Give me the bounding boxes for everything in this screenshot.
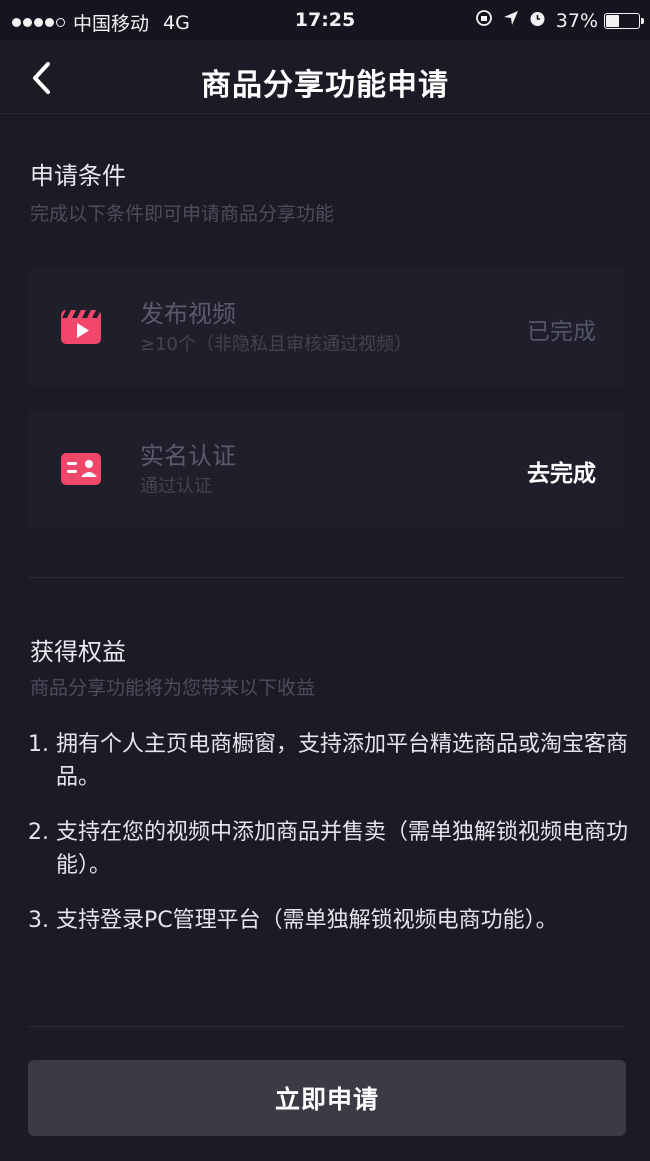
- nav-bar: 商品分享功能申请: [0, 40, 650, 114]
- page-title: 商品分享功能申请: [201, 68, 449, 103]
- benefit-text: 支持登录PC管理平台（需单独解锁视频电商功能）。: [56, 908, 558, 933]
- requirement-title: 实名认证: [140, 442, 236, 470]
- video-clapper-icon: [60, 306, 102, 348]
- requirement-card-video: 发布视频 ≥10个（非隐私且审核通过视频） 已完成: [28, 268, 624, 386]
- go-complete-button[interactable]: 去完成: [527, 454, 596, 488]
- status-bar-right: 37%: [475, 9, 644, 32]
- requirement-title: 发布视频: [140, 300, 236, 328]
- benefit-item: 1. 拥有个人主页电商橱窗，支持添加平台精选商品或淘宝客商品。: [28, 728, 628, 794]
- battery-level: [606, 14, 619, 27]
- benefit-number: 3.: [28, 908, 49, 933]
- benefit-number: 1.: [28, 732, 49, 757]
- benefits-title: 获得权益: [30, 638, 126, 666]
- requirement-card-verification: 实名认证 通过认证 去完成: [28, 410, 624, 528]
- footer-divider: [28, 1026, 624, 1027]
- benefit-item: 2. 支持在您的视频中添加商品并售卖（需单独解锁视频电商功能）。: [28, 816, 628, 882]
- benefit-text: 拥有个人主页电商橱窗，支持添加平台精选商品或淘宝客商品。: [56, 732, 629, 790]
- benefit-number: 2.: [28, 820, 49, 845]
- section-divider: [28, 577, 624, 578]
- requirement-subtitle: 通过认证: [140, 476, 212, 497]
- battery-percent: 37%: [555, 9, 598, 32]
- alarm-icon: [529, 10, 546, 32]
- benefit-text: 支持在您的视频中添加商品并售卖（需单独解锁视频电商功能）。: [56, 820, 629, 878]
- status-bar: 中国移动 4G 17:25 37%: [0, 0, 650, 40]
- benefits-list: 1. 拥有个人主页电商橱窗，支持添加平台精选商品或淘宝客商品。 2. 支持在您的…: [28, 728, 628, 959]
- requirements-title: 申请条件: [30, 162, 126, 190]
- requirement-subtitle: ≥10个（非隐私且审核通过视频）: [140, 334, 412, 355]
- benefit-item: 3. 支持登录PC管理平台（需单独解锁视频电商功能）。: [28, 904, 628, 937]
- location-arrow-icon: [503, 10, 519, 31]
- lock-rotation-icon: [475, 9, 493, 32]
- requirements-subtitle: 完成以下条件即可申请商品分享功能: [30, 203, 335, 225]
- battery-icon: [604, 12, 644, 29]
- id-card-icon: [60, 448, 102, 490]
- nav-divider: [0, 113, 650, 114]
- benefits-subtitle: 商品分享功能将为您带来以下收益: [30, 677, 316, 699]
- completed-status: 已完成: [527, 319, 596, 345]
- apply-button[interactable]: 立即申请: [28, 1060, 626, 1136]
